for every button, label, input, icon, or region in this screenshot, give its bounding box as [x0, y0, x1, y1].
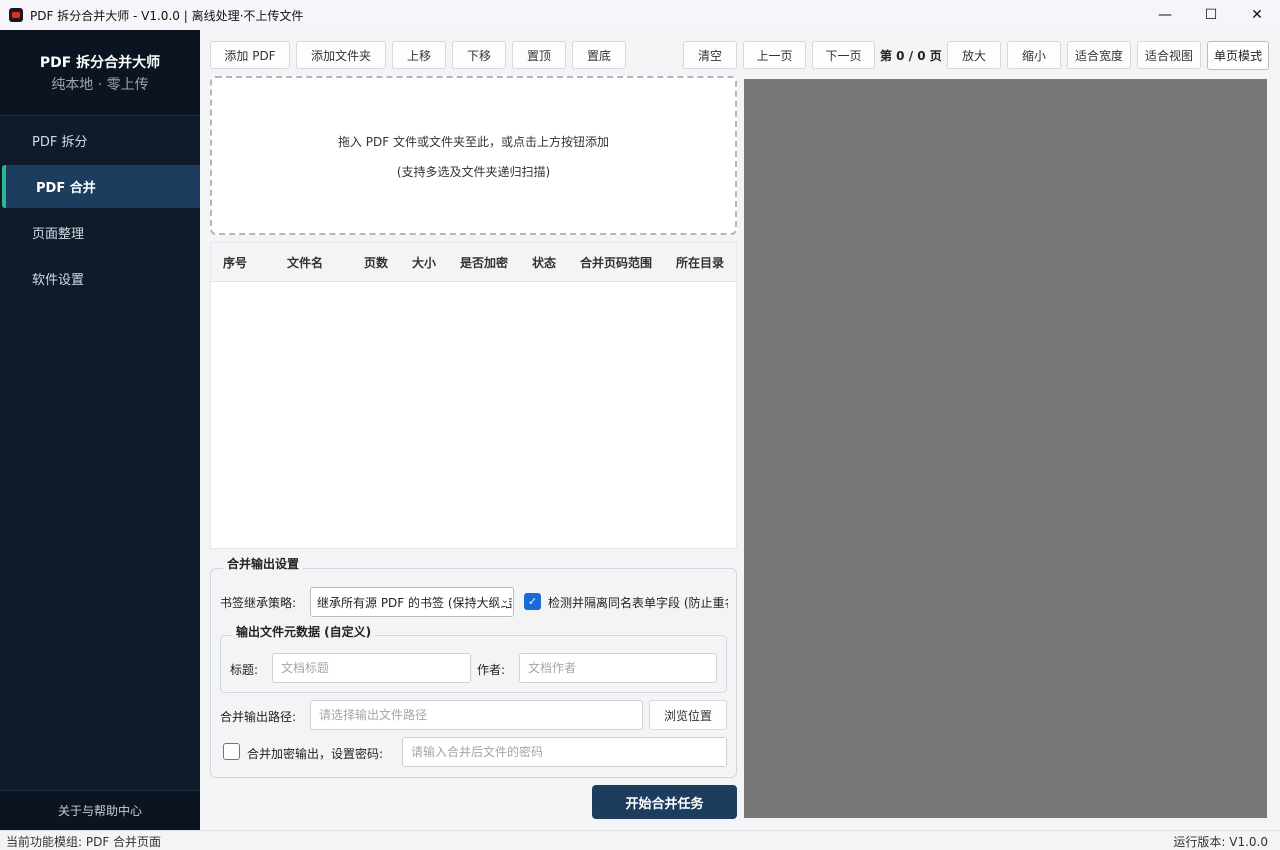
minimize-button[interactable]: —: [1142, 0, 1188, 30]
metadata-group-title: 输出文件元数据 (自定义): [232, 623, 376, 640]
brand-title: PDF 拆分合并大师: [39, 54, 161, 71]
pdf-preview-panel[interactable]: [744, 79, 1267, 818]
drop-hint-text: 拖入 PDF 文件或文件夹至此，或点击上方按钮添加: [337, 135, 609, 149]
zoom-in-button[interactable]: 放大: [947, 41, 1001, 69]
move-down-button[interactable]: 下移: [452, 41, 506, 69]
column-header-directory[interactable]: 所在目录: [676, 243, 724, 282]
column-header-size[interactable]: 大小: [412, 243, 436, 282]
version-status: 运行版本: V1.0.0: [1173, 835, 1268, 849]
bookmark-strategy-value: 继承所有源 PDF 的书签 (保持大纲结构): [317, 595, 514, 610]
bookmark-strategy-label: 书签继承策略:: [220, 596, 297, 610]
help-center-button[interactable]: 关于与帮助中心: [0, 790, 200, 830]
page-indicator: 第 0 / 0 页: [880, 48, 942, 63]
column-header-status[interactable]: 状态: [532, 243, 556, 282]
app-logo-icon: [9, 8, 23, 22]
title-input[interactable]: [272, 653, 471, 683]
brand-subtitle: 纯本地 · 零上传: [51, 76, 149, 93]
title-bar: PDF 拆分合并大师 - V1.0.0 | 离线处理·不上传文件 — ☐ ✕: [0, 0, 1280, 30]
maximize-button[interactable]: ☐: [1188, 0, 1234, 30]
move-up-button[interactable]: 上移: [392, 41, 446, 69]
sidebar-nav: PDF 拆分 PDF 合并 页面整理 软件设置: [0, 116, 200, 300]
checkmark-icon: ✓: [527, 595, 538, 608]
status-bar: 当前功能模组: PDF 合并页面 运行版本: V1.0.0: [0, 830, 1280, 850]
table-header: 序号 文件名 页数 大小 是否加密 状态 合并页码范围 所在目录: [211, 243, 736, 282]
prev-page-button[interactable]: 上一页: [743, 41, 806, 69]
output-path-label: 合并输出路径:: [220, 710, 297, 724]
detect-form-fields-checkbox[interactable]: ✓: [524, 593, 541, 610]
clear-button[interactable]: 清空: [683, 41, 737, 69]
bookmark-strategy-select[interactable]: 继承所有源 PDF 的书签 (保持大纲结构) ⌄: [310, 587, 514, 617]
column-header-encrypted[interactable]: 是否加密: [460, 243, 508, 282]
view-mode-select[interactable]: 单页模式 ⌄: [1207, 41, 1269, 70]
fit-view-button[interactable]: 适合视图: [1137, 41, 1201, 69]
zoom-out-button[interactable]: 缩小: [1007, 41, 1061, 69]
column-header-filename[interactable]: 文件名: [287, 243, 323, 282]
encrypt-output-checkbox[interactable]: [223, 743, 240, 760]
column-header-index[interactable]: 序号: [223, 243, 247, 282]
encrypt-output-label: 合并加密输出，设置密码:: [247, 747, 384, 761]
current-module-status: 当前功能模组: PDF 合并页面: [6, 835, 162, 849]
sidebar-item-settings[interactable]: 软件设置: [2, 257, 200, 300]
window-controls: — ☐ ✕: [1142, 0, 1280, 30]
output-path-input[interactable]: [310, 700, 643, 730]
password-input[interactable]: [402, 737, 727, 767]
sidebar: PDF 拆分合并大师 纯本地 · 零上传 PDF 拆分 PDF 合并 页面整理 …: [0, 30, 200, 830]
title-label: 标题:: [230, 663, 259, 677]
column-header-pages[interactable]: 页数: [364, 243, 388, 282]
chevron-down-icon: ⌄: [498, 595, 509, 606]
chevron-down-icon: ⌄: [1255, 48, 1264, 59]
move-to-top-button[interactable]: 置顶: [512, 41, 566, 69]
detect-form-fields-label: 检测并隔离同名表单字段 (防止重名冲突): [548, 596, 728, 610]
add-pdf-button[interactable]: 添加 PDF: [210, 41, 290, 69]
start-merge-button[interactable]: 开始合并任务: [592, 785, 737, 819]
fit-width-button[interactable]: 适合宽度: [1067, 41, 1131, 69]
sidebar-item-pdf-merge[interactable]: PDF 合并: [2, 165, 200, 208]
move-to-bottom-button[interactable]: 置底: [572, 41, 626, 69]
file-table[interactable]: 序号 文件名 页数 大小 是否加密 状态 合并页码范围 所在目录: [210, 242, 737, 549]
author-input[interactable]: [519, 653, 717, 683]
file-drop-zone[interactable]: 拖入 PDF 文件或文件夹至此，或点击上方按钮添加 (支持多选及文件夹递归扫描): [210, 76, 737, 235]
add-folder-button[interactable]: 添加文件夹: [296, 41, 386, 69]
column-header-page-range[interactable]: 合并页码范围: [580, 243, 652, 282]
sidebar-item-pdf-split[interactable]: PDF 拆分: [2, 119, 200, 162]
sidebar-item-page-organize[interactable]: 页面整理: [2, 211, 200, 254]
brand-area: PDF 拆分合并大师 纯本地 · 零上传: [0, 30, 200, 116]
close-button[interactable]: ✕: [1234, 0, 1280, 30]
next-page-button[interactable]: 下一页: [812, 41, 875, 69]
browse-location-button[interactable]: 浏览位置: [649, 700, 727, 730]
window-title: PDF 拆分合并大师 - V1.0.0 | 离线处理·不上传文件: [30, 8, 304, 23]
drop-hint-subtext: (支持多选及文件夹递归扫描): [396, 165, 551, 179]
author-label: 作者:: [477, 663, 506, 677]
settings-group-title: 合并输出设置: [223, 555, 304, 572]
